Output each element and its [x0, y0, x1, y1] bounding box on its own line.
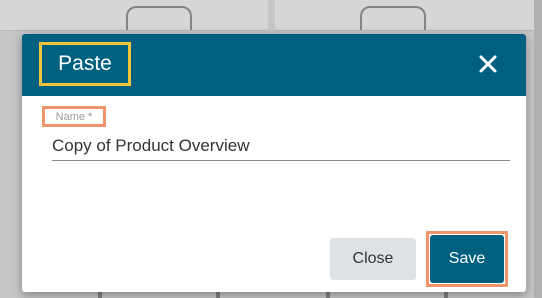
- title-highlight: Paste: [39, 42, 131, 86]
- save-button[interactable]: Save: [430, 235, 504, 283]
- label-highlight: Name *: [42, 106, 106, 127]
- close-button[interactable]: Close: [330, 238, 416, 280]
- paste-dialog: Paste Name * Close Save: [22, 34, 526, 292]
- name-field[interactable]: [52, 132, 510, 161]
- dialog-body: Name * Close Save: [22, 96, 526, 292]
- dialog-header: Paste: [22, 34, 526, 96]
- name-field-label: Name *: [55, 110, 93, 123]
- close-icon[interactable]: [476, 52, 500, 76]
- dialog-title: Paste: [58, 52, 112, 75]
